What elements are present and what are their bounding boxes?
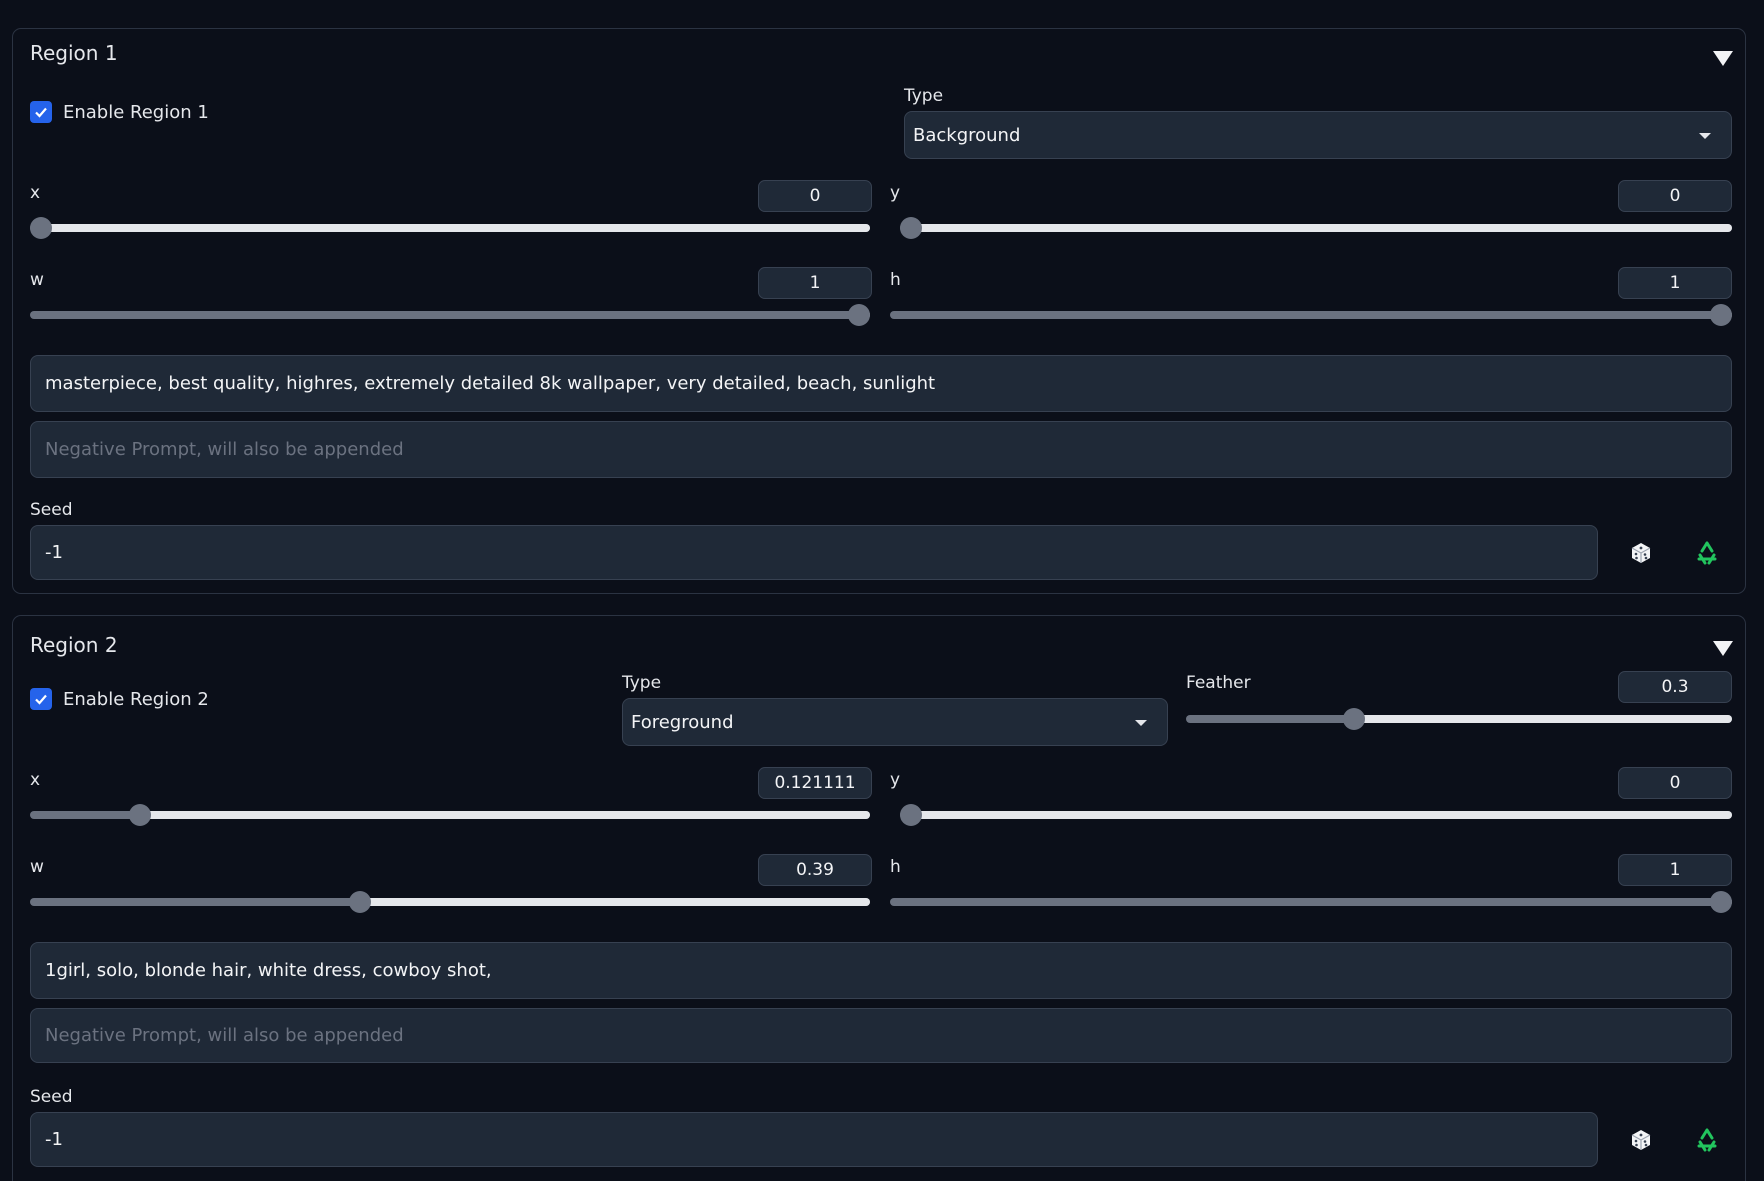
region-1-panel: Region 1 Enable Region 1 Type Background… (12, 28, 1746, 594)
prompt-textarea[interactable]: masterpiece, best quality, highres, extr… (30, 355, 1732, 412)
type-select-value: Background (913, 124, 1021, 146)
w-slider[interactable] (30, 891, 870, 913)
h-slider[interactable] (890, 891, 1732, 913)
negative-prompt-placeholder: Negative Prompt, will also be appended (45, 1025, 404, 1046)
x-label: x (30, 770, 41, 790)
w-slider[interactable] (30, 304, 870, 326)
w-label: w (30, 857, 44, 877)
feather-slider-thumb[interactable] (1343, 708, 1366, 730)
enable-region-2-label: Enable Region 2 (63, 688, 209, 710)
recycle-icon[interactable] (1692, 1125, 1722, 1155)
x-number-input[interactable]: 0.121111 (758, 767, 872, 799)
seed-label: Seed (30, 500, 73, 520)
type-select-value: Foreground (631, 711, 734, 733)
prompt-textarea[interactable]: 1girl, solo, blonde hair, white dress, c… (30, 942, 1732, 999)
seed-label: Seed (30, 1087, 73, 1107)
y-label: y (890, 770, 901, 790)
checkmark-icon (30, 688, 52, 710)
region-2-title: Region 2 (30, 633, 118, 657)
w-slider-thumb[interactable] (349, 891, 372, 913)
feather-slider[interactable] (1186, 708, 1732, 730)
dice-icon[interactable] (1626, 1125, 1656, 1155)
enable-region-2-checkbox[interactable]: Enable Region 2 (30, 688, 209, 710)
negative-prompt-placeholder: Negative Prompt, will also be appended (45, 439, 404, 460)
x-label: x (30, 183, 41, 203)
h-number-input[interactable]: 1 (1618, 854, 1732, 886)
y-slider[interactable] (900, 217, 1732, 239)
y-slider[interactable] (900, 804, 1732, 826)
h-label: h (890, 857, 901, 877)
feather-label: Feather (1186, 673, 1251, 693)
negative-prompt-textarea[interactable]: Negative Prompt, will also be appended (30, 1008, 1732, 1063)
x-slider[interactable] (30, 217, 870, 239)
x-number-input[interactable]: 0 (758, 180, 872, 212)
type-select[interactable]: Background (904, 111, 1732, 159)
w-number-input[interactable]: 0.39 (758, 854, 872, 886)
x-slider-thumb[interactable] (129, 804, 152, 826)
y-slider-thumb[interactable] (900, 217, 922, 239)
dropdown-caret-icon (1699, 133, 1711, 139)
y-label: y (890, 183, 901, 203)
y-slider-thumb[interactable] (900, 804, 922, 826)
type-select[interactable]: Foreground (622, 698, 1168, 746)
h-slider-thumb[interactable] (1710, 304, 1732, 326)
dice-icon[interactable] (1626, 538, 1656, 568)
region-1-title: Region 1 (30, 41, 118, 65)
h-slider-thumb[interactable] (1710, 891, 1732, 913)
enable-region-1-label: Enable Region 1 (63, 101, 209, 123)
seed-input[interactable]: -1 (30, 1112, 1598, 1167)
x-slider[interactable] (30, 804, 870, 826)
enable-region-1-checkbox[interactable]: Enable Region 1 (30, 101, 209, 123)
x-slider-thumb[interactable] (30, 217, 52, 239)
y-number-input[interactable]: 0 (1618, 767, 1732, 799)
h-number-input[interactable]: 1 (1618, 267, 1732, 299)
h-slider[interactable] (890, 304, 1732, 326)
h-label: h (890, 270, 901, 290)
negative-prompt-textarea[interactable]: Negative Prompt, will also be appended (30, 421, 1732, 478)
w-label: w (30, 270, 44, 290)
checkmark-icon (30, 101, 52, 123)
w-slider-thumb[interactable] (848, 304, 870, 326)
seed-input[interactable]: -1 (30, 525, 1598, 580)
type-label: Type (622, 673, 662, 693)
collapse-caret-icon[interactable] (1713, 51, 1733, 66)
y-number-input[interactable]: 0 (1618, 180, 1732, 212)
collapse-caret-icon[interactable] (1713, 641, 1733, 656)
recycle-icon[interactable] (1692, 538, 1722, 568)
region-2-panel: Region 2 Enable Region 2 Type Foreground… (12, 615, 1746, 1181)
w-number-input[interactable]: 1 (758, 267, 872, 299)
feather-number-input[interactable]: 0.3 (1618, 671, 1732, 703)
dropdown-caret-icon (1135, 720, 1147, 726)
type-label: Type (904, 86, 944, 106)
